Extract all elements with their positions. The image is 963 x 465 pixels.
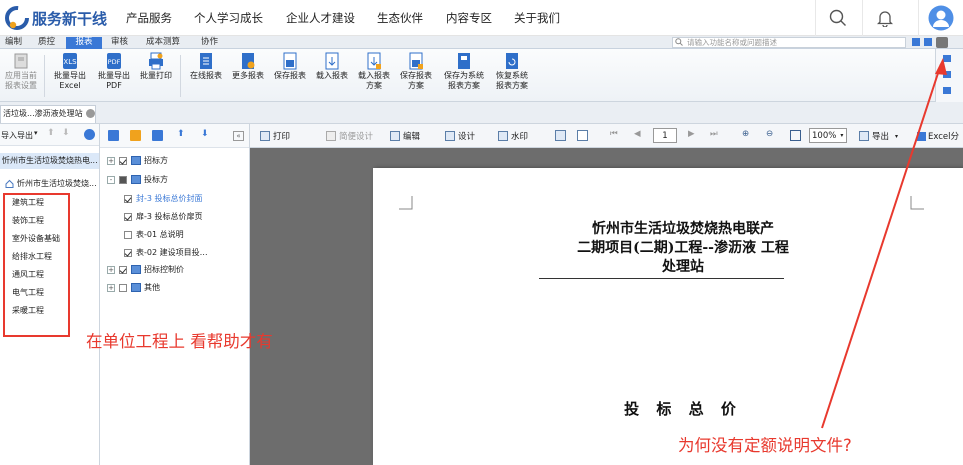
annotation-arrow [821, 58, 947, 429]
app-window: 服务新干线 产品服务 个人学习成长 企业人才建设 生态伙伴 内容专区 关于我们 … [0, 0, 963, 465]
